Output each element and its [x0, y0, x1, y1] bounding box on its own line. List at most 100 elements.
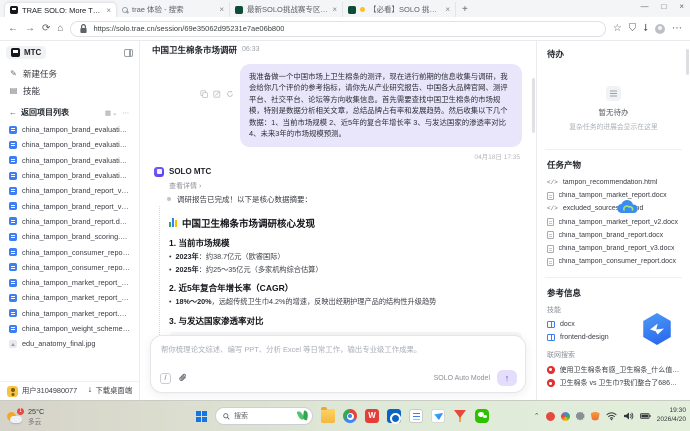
weather-widget[interactable]: 1 25°C 多云: [0, 407, 44, 426]
send-button[interactable]: ↑: [497, 370, 517, 386]
file-list-item[interactable]: china_tampon_weight_scheme.docx: [6, 321, 133, 336]
new-tab-button[interactable]: +: [462, 4, 468, 15]
file-list-item[interactable]: china_tampon_brand_report.docx: [6, 214, 133, 229]
product-item[interactable]: china_tampon_market_report_v2.docx: [547, 216, 680, 229]
slash-command-icon[interactable]: /: [160, 373, 171, 384]
attachment-icon[interactable]: [178, 373, 188, 383]
minimize-button[interactable]: —: [640, 2, 648, 11]
outlook-icon[interactable]: [387, 409, 401, 423]
product-item[interactable]: china_tampon_brand_report.docx: [547, 229, 680, 242]
collapse-panel-icon[interactable]: [124, 49, 133, 57]
product-item[interactable]: china_tampon_market_report.docx: [547, 189, 680, 202]
file-list-item[interactable]: edu_anatomy_final.jpg: [6, 336, 133, 351]
download-desktop-link[interactable]: 下载桌面端: [96, 386, 132, 396]
cloud-sync-icon[interactable]: [617, 199, 639, 215]
collections-icon[interactable]: ⛉: [629, 24, 637, 34]
back-to-projects-label: 返回项目列表: [21, 107, 101, 118]
product-item[interactable]: china_tampon_consumer_report.docx: [547, 255, 680, 268]
speaker-icon[interactable]: [623, 411, 634, 421]
browser-menu-icon[interactable]: ⋯: [672, 24, 682, 34]
file-list-item[interactable]: china_tampon_brand_evaluation.docx: [6, 168, 133, 183]
close-window-button[interactable]: ×: [679, 2, 684, 11]
file-list-item[interactable]: china_tampon_consumer_report.docx: [6, 260, 133, 275]
start-button[interactable]: [196, 411, 207, 422]
edit-icon[interactable]: [213, 90, 221, 98]
tab-solo-guide[interactable]: 【必看】SOLO 挑战赛主赛道… ×: [343, 2, 456, 17]
product-item[interactable]: china_tampon_brand_report_v3.docx: [547, 242, 680, 255]
tab-trae-solo[interactable]: TRAE SOLO: More Than Coding ×: [4, 2, 117, 17]
file-list-item[interactable]: china_tampon_brand_evaluation_v2…: [6, 153, 133, 168]
more-options-icon[interactable]: ⋯: [123, 109, 131, 117]
yellow-dot-icon: [360, 7, 365, 12]
product-item[interactable]: </> excluded_sources_list.md: [547, 202, 680, 215]
tab-search[interactable]: trae 体验 - 搜索 ×: [117, 2, 230, 17]
wifi-icon[interactable]: [606, 411, 617, 421]
composer[interactable]: 帮你梳理论文综述、编写 PPT、分析 Excel 等日常工作，输出专业级工作成果…: [150, 335, 526, 393]
tab-close-icon[interactable]: ×: [332, 5, 337, 14]
file-list-item[interactable]: china_tampon_brand_evaluation_fin…: [6, 137, 133, 152]
home-button[interactable]: ⌂: [57, 24, 63, 34]
favorite-star-icon[interactable]: ☆: [613, 24, 622, 34]
file-list-item[interactable]: china_tampon_consumer_report_v2…: [6, 244, 133, 259]
file-list-item[interactable]: china_tampon_brand_report_v4.docx: [6, 198, 133, 213]
product-item[interactable]: </> tampon_recommendation.html: [547, 176, 680, 189]
model-selector[interactable]: SOLO Auto Model: [434, 375, 490, 382]
file-list-item[interactable]: china_tampon_market_report.docx: [6, 306, 133, 321]
lock-icon: [78, 24, 89, 34]
user-avatar[interactable]: [7, 386, 18, 397]
tab-solo-topic[interactable]: 最新SOLO挑战赛专区话题 - TRAE ×: [230, 2, 343, 17]
file-explorer-icon[interactable]: [321, 409, 335, 423]
report-section-title: 3. 与发达国家渗透率对比: [169, 315, 522, 327]
tab-close-icon[interactable]: ×: [219, 5, 224, 14]
todo-empty-subtext: 复杂任务的进展会显示在这里: [547, 121, 680, 131]
file-name: china_tampon_brand_evaluation_fin…: [22, 125, 130, 134]
tray-app-color-icon[interactable]: [561, 412, 570, 421]
clock[interactable]: 19:30 2026/4/20: [657, 407, 686, 425]
file-list-item[interactable]: china_tampon_market_report_v3.docx: [6, 290, 133, 305]
chat-scrollbar[interactable]: [532, 78, 535, 133]
copy-icon[interactable]: [200, 90, 208, 98]
tab-close-icon[interactable]: ×: [445, 5, 450, 14]
back-to-projects[interactable]: ← 返回项目列表 ▦⌄ ⋯: [6, 107, 133, 118]
browser-profile-avatar[interactable]: [655, 24, 665, 34]
wps-icon[interactable]: W: [365, 409, 379, 423]
hidden-icons-chevron[interactable]: ⌃: [534, 412, 540, 420]
workspace-switcher[interactable]: MTC: [6, 46, 46, 59]
search-result-item[interactable]: 卫生棉条 vs 卫生巾?我们整合了686…: [547, 377, 680, 390]
smzdm-site-icon: [547, 366, 555, 374]
feishu-icon[interactable]: [431, 409, 445, 423]
tray-app-red-icon[interactable]: [546, 412, 555, 421]
file-list-item[interactable]: china_tampon_brand_evaluation_fin…: [6, 122, 133, 137]
sidebar-item-skills[interactable]: ▤ 技能: [6, 82, 133, 99]
back-button[interactable]: ←: [8, 24, 18, 34]
settings-gear-icon[interactable]: [576, 412, 585, 421]
file-list-item[interactable]: china_tampon_market_report_v2.docx: [6, 275, 133, 290]
wechat-icon[interactable]: [475, 409, 489, 423]
file-list-item[interactable]: china_tampon_brand_scoring.docx: [6, 229, 133, 244]
search-result-item[interactable]: 使用卫生棉条有感_卫生棉条_什么值得买: [547, 363, 680, 376]
address-bar[interactable]: https://solo.trae.cn/session/69e35062d95…: [70, 21, 605, 37]
search-highlight-icon[interactable]: [297, 410, 309, 422]
view-toggle-icon[interactable]: ▦⌄: [105, 109, 119, 117]
panel-scrollbar[interactable]: [686, 49, 689, 75]
sidebar-item-new-task[interactable]: ✎ 新建任务: [6, 65, 133, 82]
view-details-link[interactable]: 查看详情 ›: [169, 181, 522, 191]
retry-icon[interactable]: [226, 90, 234, 98]
funnel-app-icon[interactable]: [453, 409, 467, 423]
forward-button[interactable]: →: [25, 24, 35, 34]
maximize-button[interactable]: □: [661, 2, 666, 11]
file-type-icon: [9, 202, 17, 210]
chrome-icon[interactable]: [343, 409, 357, 423]
search-result-title: 使用卫生棉条有感_卫生棉条_什么值得买: [560, 365, 681, 375]
refresh-button[interactable]: ⟳: [42, 24, 50, 34]
file-list-item[interactable]: china_tampon_brand_report_v3.docx: [6, 183, 133, 198]
downloads-icon[interactable]: ⭣: [643, 24, 648, 34]
battery-icon[interactable]: [640, 411, 651, 421]
notes-app-icon[interactable]: [409, 409, 423, 423]
security-shield-icon[interactable]: [591, 412, 600, 421]
taskbar-search[interactable]: 搜索: [215, 407, 313, 425]
tab-close-icon[interactable]: ×: [106, 6, 111, 15]
forum-favicon: [348, 6, 356, 14]
list-icon: [606, 86, 621, 101]
chat-main: 中国卫生棉条市场调研 06:33 我准备做一个中国市场上卫生棉条的测评，现在进行…: [140, 41, 536, 400]
